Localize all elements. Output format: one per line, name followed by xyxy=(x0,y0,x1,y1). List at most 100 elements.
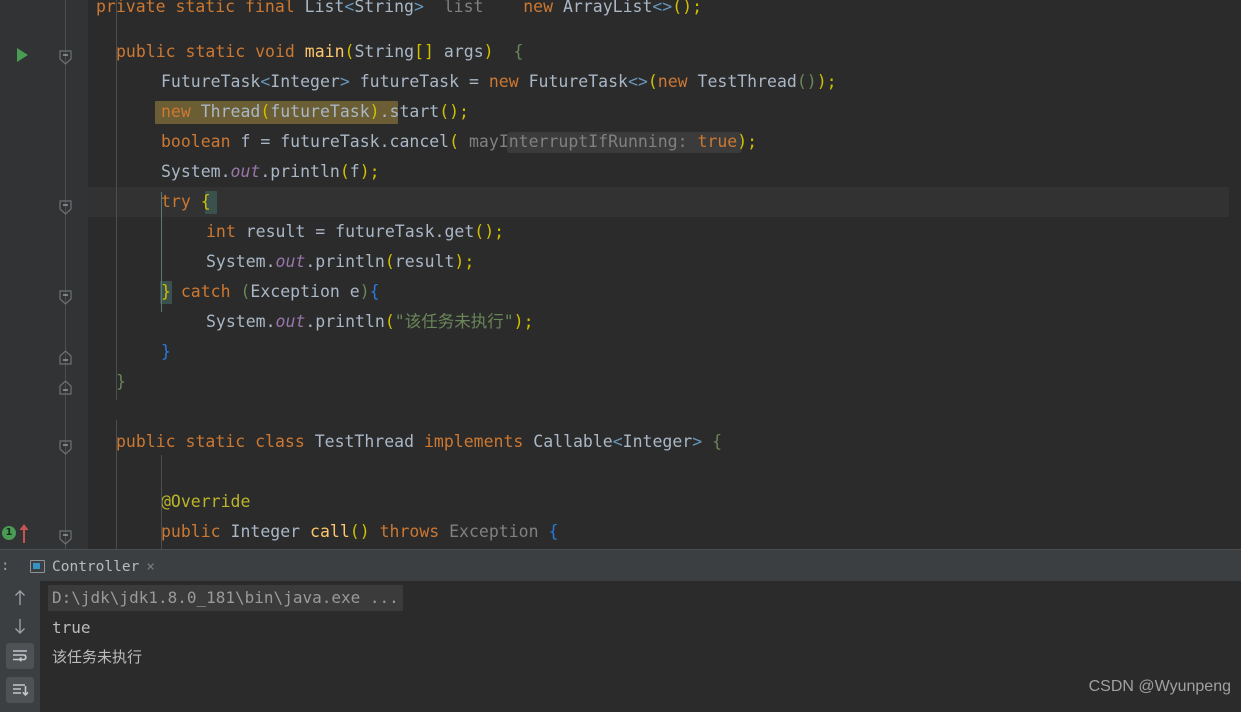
code-token: System xyxy=(161,162,221,181)
fold-collapse-icon[interactable] xyxy=(59,440,72,455)
code-token: <> xyxy=(627,72,648,91)
code-token: new xyxy=(657,72,688,91)
code-token: new xyxy=(488,72,519,91)
fold-expand-icon[interactable] xyxy=(59,350,72,365)
code-token: ) xyxy=(483,42,494,61)
code-token: { xyxy=(712,432,723,451)
code-token: FutureTask xyxy=(518,72,628,91)
arrow-down-icon xyxy=(15,619,25,634)
code-token: . xyxy=(305,252,316,271)
code-token: > xyxy=(339,72,350,91)
line-class-testthread[interactable]: public static class TestThread implement… xyxy=(116,427,722,457)
code-token: { xyxy=(200,192,211,211)
code-token: System xyxy=(206,252,266,271)
line-int-result[interactable]: int result = futureTask.get(); xyxy=(206,217,504,247)
code-token: { xyxy=(513,42,524,61)
code-token: "该任务未执行" xyxy=(394,312,514,331)
code-token: args xyxy=(433,42,484,61)
line-main-signature[interactable]: public static void main(String[] args) { xyxy=(116,37,523,67)
code-token: Integer xyxy=(270,72,340,91)
scroll-to-end-icon xyxy=(13,684,29,697)
fold-collapse-icon[interactable] xyxy=(59,290,72,305)
code-editor[interactable]: 1 private static final List<String> list… xyxy=(0,0,1241,549)
code-token: Thread xyxy=(190,102,261,121)
code-token: catch xyxy=(180,282,231,301)
run-arrow-icon[interactable] xyxy=(17,48,28,62)
code-token: println xyxy=(270,162,340,181)
console-tab-label: Controller xyxy=(52,558,140,575)
code-token: static xyxy=(185,432,246,451)
line-cancel-call[interactable]: boolean f = futureTask.cancel( mayInterr… xyxy=(161,127,757,157)
code-token: (); xyxy=(439,102,469,121)
line-println-f[interactable]: System.out.println(f); xyxy=(161,157,380,187)
code-token: () xyxy=(796,72,817,91)
code-token: private xyxy=(96,0,166,16)
code-token: out xyxy=(275,312,306,331)
code-folding-column[interactable] xyxy=(44,0,88,549)
code-token: try xyxy=(161,192,191,211)
code-token: ); xyxy=(513,312,534,331)
line-close-catch[interactable]: } xyxy=(161,337,171,367)
console-output-line: 该任务未执行 xyxy=(52,648,143,666)
code-token: f xyxy=(349,162,360,181)
close-icon[interactable]: × xyxy=(146,560,154,574)
code-text-area[interactable]: private static final List<String> list n… xyxy=(88,0,1241,549)
panel-menu-glyph[interactable]: : xyxy=(1,558,9,574)
line-try-open[interactable]: try { xyxy=(161,187,211,217)
line-close-main[interactable]: } xyxy=(116,367,126,397)
scroll-down-button[interactable] xyxy=(6,613,34,639)
line-println-cn[interactable]: System.out.println("该任务未执行"); xyxy=(206,307,534,337)
code-token: { xyxy=(548,522,559,541)
code-token: result xyxy=(235,222,316,241)
code-token: [] xyxy=(414,42,434,61)
arrow-up-icon xyxy=(15,590,25,605)
code-token: Exception xyxy=(439,522,539,541)
code-token: out xyxy=(275,252,306,271)
line-override-annotation[interactable]: @Override xyxy=(161,487,250,517)
line-catch[interactable]: } catch (Exception e){ xyxy=(161,277,380,307)
fold-expand-icon[interactable] xyxy=(59,380,72,395)
vcs-up-arrow-icon[interactable] xyxy=(18,522,30,544)
console-window-icon xyxy=(30,560,45,573)
indent-guide xyxy=(116,420,117,549)
code-token: FutureTask xyxy=(161,72,261,91)
fold-collapse-icon[interactable] xyxy=(59,50,72,65)
current-line-highlight xyxy=(88,187,1241,217)
console-output[interactable]: D:\jdk\jdk1.8.0_181\bin\java.exe ... true… xyxy=(40,581,1241,712)
code-token: < xyxy=(612,432,623,451)
editor-scrollbar[interactable] xyxy=(1229,0,1241,549)
console-tabbar[interactable]: : Controller × xyxy=(0,550,1241,584)
fold-collapse-icon[interactable] xyxy=(59,530,72,545)
code-token: TestThread xyxy=(304,432,424,451)
scroll-up-button[interactable] xyxy=(6,585,34,611)
code-token: < xyxy=(344,0,355,16)
code-token: implements xyxy=(423,432,524,451)
console-toolbar[interactable] xyxy=(0,581,40,712)
inspection-count-badge[interactable]: 1 xyxy=(2,526,16,540)
line-thread-start[interactable]: new Thread(futureTask).start(); xyxy=(161,97,469,127)
line-field-decl[interactable]: private static final List<String> list n… xyxy=(96,0,702,22)
scroll-to-end-toggle[interactable] xyxy=(6,677,34,703)
code-token: public xyxy=(116,432,176,451)
fold-collapse-icon[interactable] xyxy=(59,200,72,215)
code-token: call xyxy=(310,522,350,541)
editor-gutter[interactable]: 1 xyxy=(0,0,44,549)
line-call-signature[interactable]: public Integer call() throws Exception { xyxy=(161,517,558,547)
code-token: int xyxy=(206,222,236,241)
line-futuretask-new[interactable]: FutureTask<Integer> futureTask = new Fut… xyxy=(161,67,837,97)
code-token: list xyxy=(423,0,504,16)
code-token: Callable xyxy=(523,432,613,451)
code-token: ( xyxy=(240,282,251,301)
console-tab-controller[interactable]: Controller × xyxy=(20,552,163,581)
line-println-result[interactable]: System.out.println(result); xyxy=(206,247,474,277)
code-token: ); xyxy=(359,162,380,181)
soft-wrap-toggle[interactable] xyxy=(6,643,34,669)
code-token: ( xyxy=(344,42,355,61)
code-token: (); xyxy=(474,222,505,241)
